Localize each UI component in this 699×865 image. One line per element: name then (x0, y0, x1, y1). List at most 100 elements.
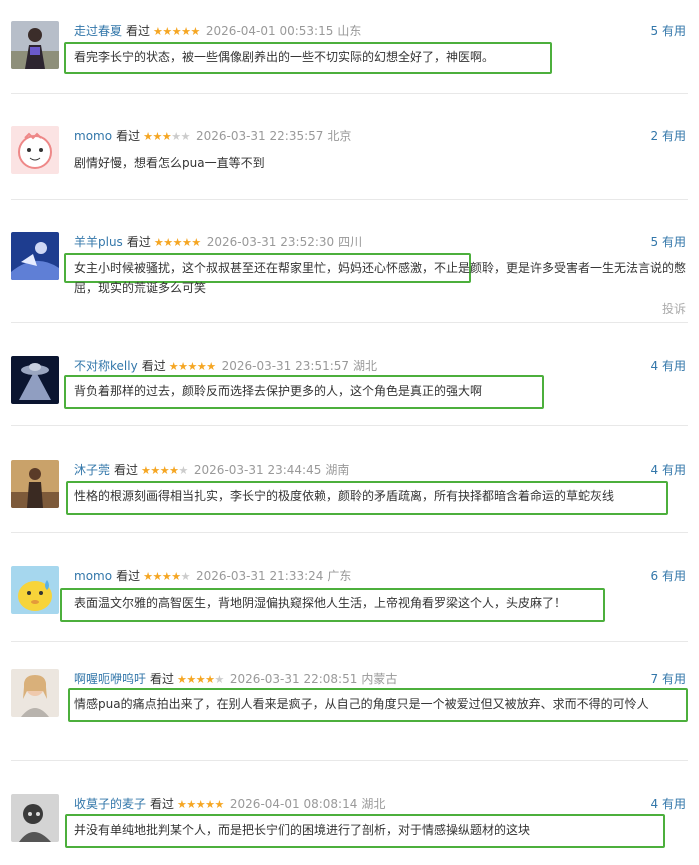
useful-vote-button[interactable]: 4 有用 (651, 356, 686, 376)
rating-stars: ★★★★★ (153, 25, 200, 38)
comment-header: 啊喔呃咿呜吁 看过 ★★★★★ 2026-03-31 22:08:51 内蒙古 (74, 669, 397, 689)
comment-time: 2026-04-01 08:08:14 (229, 797, 358, 811)
user-name-link[interactable]: momo (74, 129, 112, 143)
comment-location: 湖北 (353, 359, 378, 373)
star-empty-icon: ★ (180, 570, 191, 583)
comment-text: 看完李长宁的状态，被一些偶像剧养出的一些不切实际的幻想全好了，神医啊。 (74, 50, 495, 64)
avatar[interactable] (11, 794, 59, 842)
star-filled-icon: ★ (206, 360, 216, 373)
star-filled-icon: ★ (181, 25, 191, 38)
star-filled-icon: ★ (214, 798, 225, 811)
avatar[interactable] (11, 232, 59, 280)
watched-label: 看过 (116, 569, 141, 583)
divider (11, 641, 688, 642)
star-filled-icon: ★ (186, 673, 196, 686)
star-filled-icon: ★ (190, 25, 201, 38)
useful-label: 有用 (661, 672, 686, 686)
avatar[interactable] (11, 21, 59, 69)
comment-location: 内蒙古 (361, 672, 398, 686)
useful-label: 有用 (661, 463, 686, 477)
rating-stars: ★★★★★ (141, 464, 188, 477)
comment-location: 湖北 (361, 797, 386, 811)
comment-location: 湖南 (325, 463, 350, 477)
star-filled-icon: ★ (161, 130, 172, 143)
user-name-link[interactable]: 收莫子的麦子 (74, 797, 146, 811)
user-name-link[interactable]: momo (74, 569, 112, 583)
avatar[interactable] (11, 126, 59, 174)
useful-vote-button[interactable]: 5 有用 (651, 21, 686, 41)
comment-text: 性格的根源刻画得相当扎实，李长宁的极度依赖，颜聆的矛盾疏离，所有抉择都暗含着命运… (74, 489, 615, 503)
star-empty-icon: ★ (171, 130, 181, 143)
divider (11, 760, 688, 761)
star-filled-icon: ★ (205, 798, 215, 811)
useful-label: 有用 (661, 797, 686, 811)
user-name-link[interactable]: 不对称kelly (74, 359, 138, 373)
useful-vote-button[interactable]: 4 有用 (651, 460, 686, 480)
avatar[interactable] (11, 356, 59, 404)
useful-vote-button[interactable]: 2 有用 (651, 126, 686, 146)
rating-stars: ★★★★★ (154, 236, 201, 249)
star-filled-icon: ★ (177, 673, 187, 686)
comment-time: 2026-03-31 23:51:57 (221, 359, 350, 373)
report-link[interactable]: 投诉 (662, 300, 686, 317)
star-filled-icon: ★ (171, 570, 181, 583)
comment-header: 收莫子的麦子 看过 ★★★★★ 2026-04-01 08:08:14 湖北 (74, 794, 385, 814)
watched-label: 看过 (150, 797, 175, 811)
star-filled-icon: ★ (153, 236, 164, 249)
useful-vote-button[interactable]: 6 有用 (651, 566, 686, 586)
star-filled-icon: ★ (195, 673, 206, 686)
useful-vote-button[interactable]: 7 有用 (651, 669, 686, 689)
star-empty-icon: ★ (180, 130, 191, 143)
useful-vote-button[interactable]: 4 有用 (651, 794, 686, 814)
comment-time: 2026-03-31 23:52:30 (206, 235, 335, 249)
user-name-link[interactable]: 啊喔呃咿呜吁 (74, 672, 146, 686)
divider (11, 199, 688, 200)
user-name-link[interactable]: 走过春夏 (74, 24, 122, 38)
star-empty-icon: ★ (214, 673, 225, 686)
divider (11, 532, 688, 533)
star-filled-icon: ★ (181, 236, 192, 249)
comment-text: 并没有单纯地批判某个人，而是把长宁们的困境进行了剖析，对于情感操纵题材的这块 (74, 823, 531, 837)
comment-header: 走过春夏 看过 ★★★★★ 2026-04-01 00:53:15 山东 (74, 21, 361, 41)
watched-label: 看过 (141, 359, 166, 373)
divider (11, 322, 688, 323)
useful-count: 7 (650, 672, 659, 686)
useful-label: 有用 (661, 235, 686, 249)
star-filled-icon: ★ (187, 360, 197, 373)
star-filled-icon: ★ (141, 464, 151, 477)
rating-stars: ★★★★★ (143, 130, 190, 143)
rating-stars: ★★★★★ (177, 798, 224, 811)
star-filled-icon: ★ (205, 673, 215, 686)
useful-label: 有用 (661, 129, 686, 143)
comment-location: 广东 (327, 569, 352, 583)
comment-location: 四川 (338, 235, 363, 249)
avatar[interactable] (11, 566, 59, 614)
avatar[interactable] (11, 460, 59, 508)
user-name-link[interactable]: 羊羊plus (74, 235, 123, 249)
useful-label: 有用 (661, 569, 686, 583)
useful-label: 有用 (661, 24, 686, 38)
divider (11, 93, 688, 94)
comment-time: 2026-03-31 22:08:51 (229, 672, 358, 686)
comment-text: 表面温文尔雅的高智医生，背地阴湿偏执窥探他人生活，上帝视角看罗梁这个人，头皮麻了… (74, 596, 567, 610)
star-filled-icon: ★ (168, 360, 179, 373)
star-filled-icon: ★ (172, 236, 183, 249)
star-filled-icon: ★ (153, 25, 163, 38)
avatar[interactable] (11, 669, 59, 717)
rating-stars: ★★★★★ (143, 570, 190, 583)
comment-text: 剧情好慢，想看怎么pua一直等不到 (74, 156, 265, 170)
comment-header: momo 看过 ★★★★★ 2026-03-31 22:35:57 北京 (74, 126, 351, 146)
star-filled-icon: ★ (162, 25, 172, 38)
star-filled-icon: ★ (195, 798, 206, 811)
comment-text: 情感pua的痛点拍出来了，在别人看来是疯子，从自己的角度只是一个被爱过但又被放弃… (74, 697, 649, 711)
user-name-link[interactable]: 沐子莞 (74, 463, 110, 477)
rating-stars: ★★★★★ (177, 673, 224, 686)
useful-count: 4 (650, 463, 659, 477)
comment-time: 2026-03-31 22:35:57 (195, 129, 324, 143)
star-filled-icon: ★ (152, 130, 162, 143)
watched-label: 看过 (150, 672, 175, 686)
comment-time: 2026-03-31 23:44:45 (193, 463, 322, 477)
watched-label: 看过 (126, 235, 151, 249)
star-filled-icon: ★ (169, 464, 179, 477)
useful-vote-button[interactable]: 5 有用 (651, 232, 686, 252)
